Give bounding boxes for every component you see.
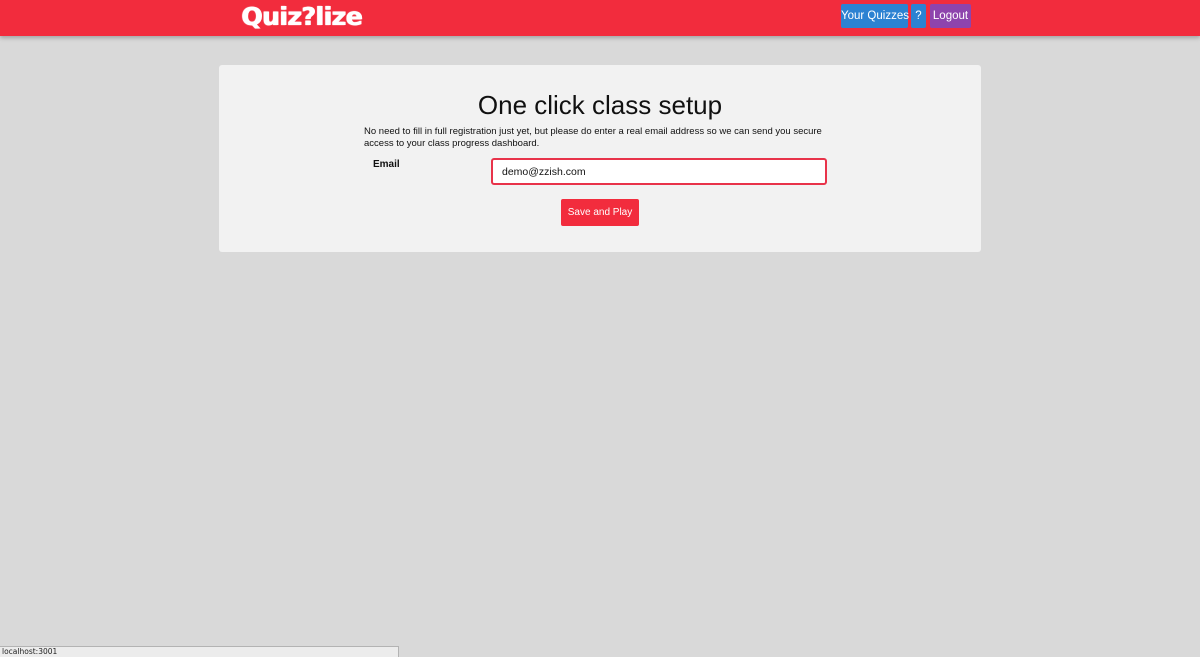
top-navbar: Quiz?lize Your Quizzes ? Logout: [0, 0, 1200, 36]
setup-description: No need to fill in full registration jus…: [364, 126, 822, 149]
email-field[interactable]: [491, 158, 827, 185]
quizalize-logo[interactable]: Quiz?lize: [241, 0, 362, 34]
your-quizzes-button[interactable]: Your Quizzes: [841, 4, 909, 28]
email-label: Email: [373, 159, 400, 170]
help-button[interactable]: ?: [911, 4, 926, 28]
save-and-play-button[interactable]: Save and Play: [561, 199, 639, 226]
logout-button[interactable]: Logout: [930, 4, 971, 28]
page-title: One click class setup: [477, 90, 723, 120]
browser-status-bar: localhost:3001: [0, 646, 399, 657]
class-setup-card: One click class setup No need to fill in…: [219, 65, 981, 252]
